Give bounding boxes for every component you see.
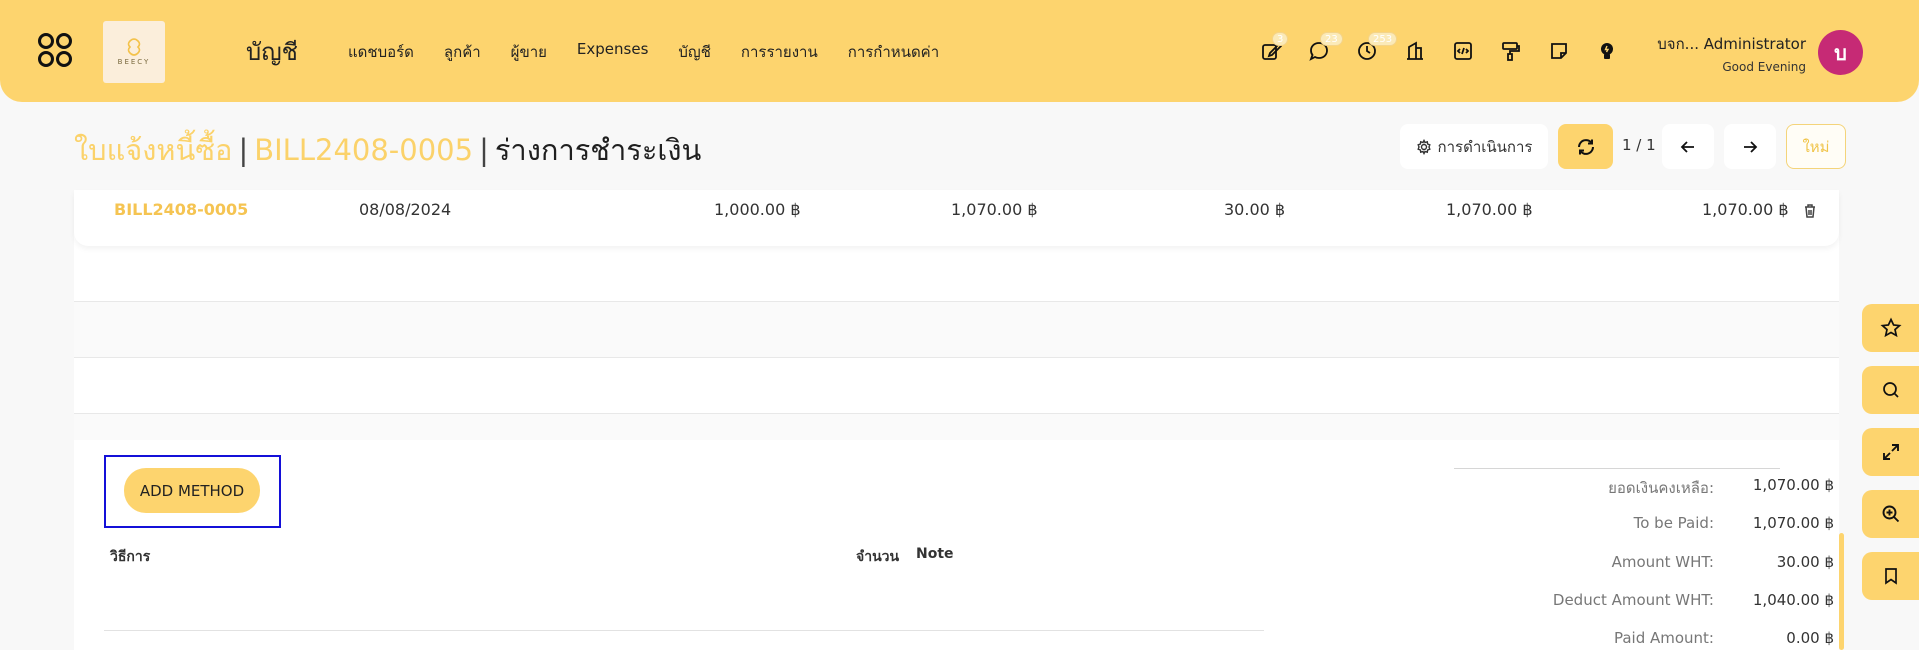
bee-logo-icon	[127, 38, 141, 56]
breadcrumb-separator: |	[238, 133, 249, 167]
breadcrumb-separator: |	[479, 133, 489, 167]
menu-item-configuration[interactable]: การกำหนดค่า	[848, 40, 939, 64]
breadcrumb-parent[interactable]: ใบแจ้งหนี้ซื้อ	[74, 133, 232, 167]
arrow-left-icon	[1680, 140, 1694, 153]
empty-row	[74, 414, 1839, 440]
summary-label-amount-wht: Amount WHT:	[1611, 553, 1714, 571]
main-menu: แดชบอร์ด ลูกค้า ผู้ขาย Expenses บัญชี กา…	[348, 40, 969, 64]
bill-amount-pay: 1,070.00 ฿	[1702, 200, 1789, 219]
empty-row	[74, 246, 1839, 302]
bill-amount-due: 1,070.00 ฿	[1446, 200, 1533, 219]
new-button[interactable]: ใหม่	[1786, 124, 1846, 169]
summary-label-deduct-wht: Deduct Amount WHT:	[1552, 591, 1714, 609]
summary-value-amount-wht: 30.00 ฿	[1776, 553, 1834, 571]
zoom-button[interactable]	[1862, 490, 1919, 538]
expand-icon	[1882, 444, 1899, 460]
logo-text: BEECY	[117, 58, 151, 66]
scrollbar[interactable]	[1839, 533, 1844, 650]
chat-icon[interactable]: 23	[1306, 32, 1343, 64]
star-icon	[1879, 317, 1902, 338]
menu-item-dashboard[interactable]: แดชบอร์ด	[348, 40, 414, 64]
trash-icon[interactable]	[1798, 199, 1822, 223]
messages-badge: 23	[1320, 32, 1343, 46]
menu-item-vendors[interactable]: ผู้ขาย	[511, 40, 547, 64]
summary-label-balance: ยอดเงินคงเหลือ:	[1608, 479, 1714, 497]
edit-note-icon[interactable]: 3	[1258, 32, 1289, 64]
company-logo[interactable]: BEECY	[103, 21, 165, 83]
menu-item-reporting[interactable]: การรายงาน	[741, 40, 818, 64]
expand-button[interactable]	[1862, 428, 1919, 476]
bookmark-button[interactable]	[1862, 552, 1919, 600]
next-record-button[interactable]	[1724, 124, 1776, 169]
bank-icon[interactable]	[1402, 38, 1428, 64]
summary-label-to-be-paid: To be Paid:	[1633, 514, 1714, 532]
bill-amount-total: 1,070.00 ฿	[951, 200, 1038, 219]
menu-item-accounting[interactable]: บัญชี	[678, 40, 710, 64]
bookmark-icon	[1884, 568, 1897, 585]
summary-value-to-be-paid: 1,070.00 ฿	[1752, 514, 1834, 532]
zoom-in-icon	[1882, 505, 1899, 523]
bill-date: 08/08/2024	[359, 200, 452, 219]
column-note: Note	[916, 546, 954, 562]
notes-badge: 3	[1272, 32, 1289, 46]
avatar[interactable]: บ	[1818, 30, 1863, 75]
bill-amount-wht: 30.00 ฿	[1224, 200, 1286, 219]
module-title[interactable]: บัญชี	[246, 32, 298, 71]
paint-roller-icon[interactable]	[1498, 38, 1524, 64]
lightbulb-icon[interactable]	[1594, 38, 1620, 64]
summary-value-balance: 1,070.00 ฿	[1752, 476, 1834, 494]
top-navbar: BEECY บัญชี แดชบอร์ด ลูกค้า ผู้ขาย Expen…	[0, 0, 1919, 102]
column-amount: จำนวน	[856, 549, 900, 565]
empty-row	[74, 358, 1839, 414]
activity-clock-icon[interactable]: 253	[1354, 32, 1398, 64]
activities-badge: 253	[1368, 32, 1398, 46]
refresh-button[interactable]	[1558, 124, 1613, 169]
pager-value[interactable]: 1 / 1	[1622, 136, 1656, 154]
summary-value-deduct-wht: 1,040.00 ฿	[1752, 591, 1834, 609]
bill-amount-untaxed: 1,000.00 ฿	[714, 200, 801, 219]
summary-value-paid-amount: 0.00 ฿	[1786, 629, 1834, 647]
sticky-note-icon[interactable]	[1546, 38, 1572, 64]
menu-item-customers[interactable]: ลูกค้า	[444, 40, 481, 64]
greeting-text: Good Evening	[1722, 60, 1806, 74]
page-title: ร่างการชำระเงิน	[494, 133, 702, 167]
add-method-highlight: ADD METHOD	[104, 455, 281, 528]
column-method: วิธีการ	[110, 549, 151, 565]
previous-record-button[interactable]	[1662, 124, 1714, 169]
apps-grid-icon[interactable]	[37, 32, 75, 70]
bill-number[interactable]: BILL2408-0005	[114, 200, 248, 219]
divider	[104, 630, 1264, 631]
gear-icon	[1416, 138, 1431, 155]
summary-label-paid-amount: Paid Amount:	[1613, 629, 1714, 647]
actions-label: การดำเนินการ	[1437, 137, 1533, 156]
search-button[interactable]	[1862, 366, 1919, 414]
breadcrumb-record[interactable]: BILL2408-0005	[254, 133, 473, 167]
menu-item-expenses[interactable]: Expenses	[577, 40, 648, 64]
add-method-button[interactable]: ADD METHOD	[124, 468, 260, 513]
form-panel: BILL2408-0005 08/08/2024 1,000.00 ฿ 1,07…	[74, 190, 1839, 650]
favorite-button[interactable]	[1862, 304, 1919, 352]
breadcrumb: ใบแจ้งหนี้ซื้อ | BILL2408-0005 | ร่างการชำระ…	[74, 127, 701, 173]
table-row[interactable]: BILL2408-0005 08/08/2024 1,000.00 ฿ 1,07…	[74, 190, 1839, 246]
user-name: บจก... Administrator	[1657, 35, 1806, 53]
empty-row	[74, 302, 1839, 358]
refresh-icon	[1577, 138, 1594, 155]
summary-divider	[1454, 468, 1780, 469]
search-icon	[1882, 382, 1899, 398]
user-menu[interactable]: บจก... Administrator Good Evening	[1657, 32, 1806, 74]
code-icon[interactable]	[1450, 38, 1476, 64]
arrow-right-icon	[1744, 140, 1758, 153]
actions-button[interactable]: การดำเนินการ	[1400, 124, 1548, 169]
